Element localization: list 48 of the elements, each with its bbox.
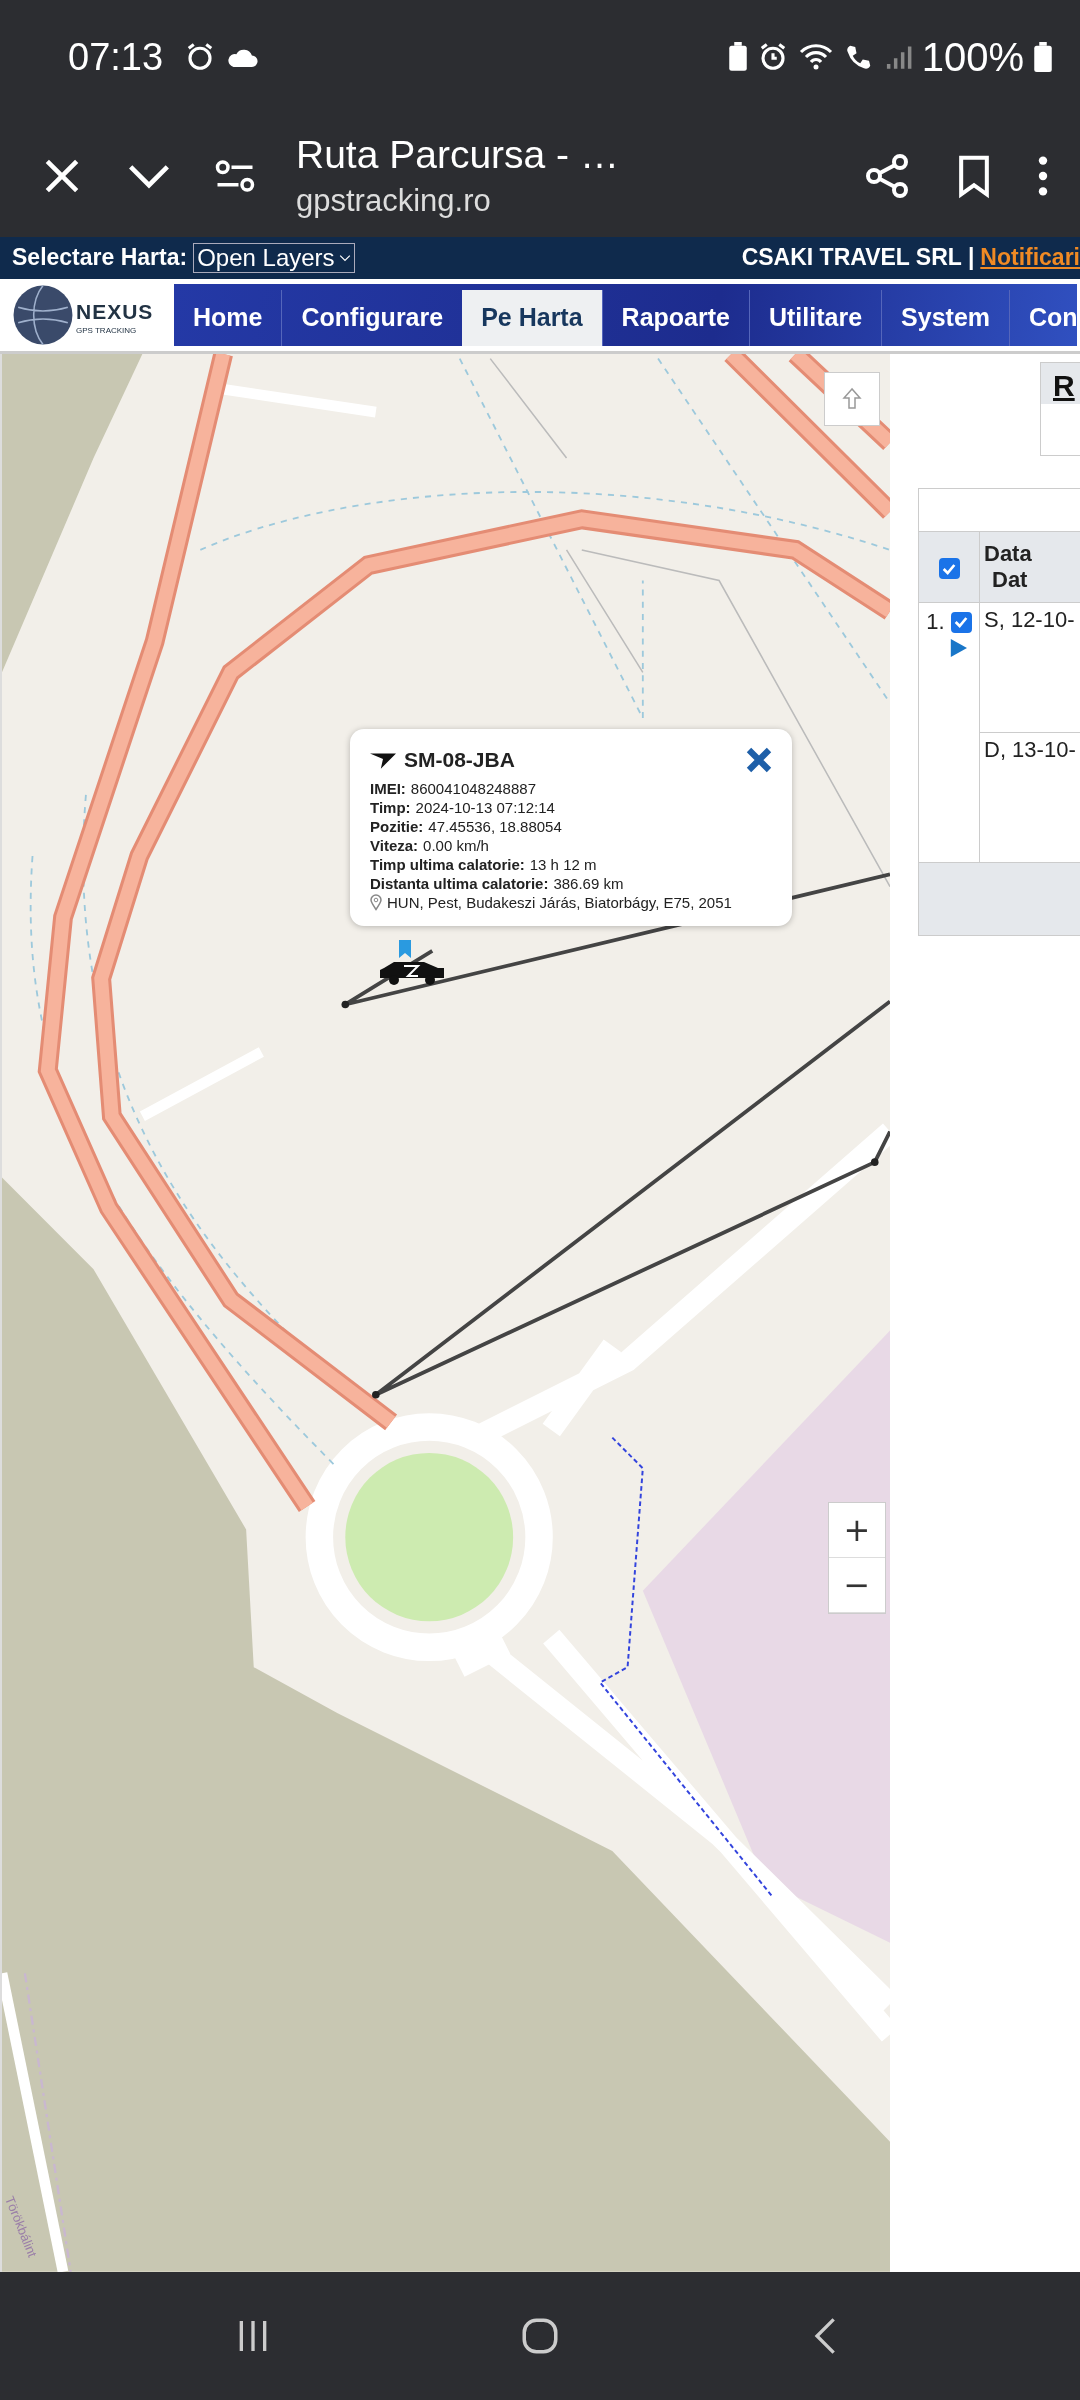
menu-tab[interactable]: System [881,290,1010,346]
menu-tab[interactable]: Utilitare [749,290,882,346]
field-value: 386.69 km [553,874,624,894]
check-icon [953,614,970,631]
column-header: Dat [991,567,1029,594]
select-all-checkbox[interactable] [938,558,960,580]
menu-tab[interactable]: Con [1009,290,1080,346]
vehicle-plate: SM-08-JBA [404,748,516,773]
up-arrow-icon [842,387,862,412]
field-label: Distanta ultima calatorie: [370,874,549,894]
field-label: Pozitie: [370,817,424,837]
field-label: Viteza: [370,836,419,856]
page-title: Ruta Parcursa - … [296,132,620,177]
panel-heading: R [1053,369,1075,403]
logo-tagline: GPS TRACKING [76,326,138,336]
battery-level: 100% [921,34,1024,80]
location-pin-icon [370,894,382,912]
field-value: 2024-10-13 07:12:14 [415,798,555,818]
field-value: 13 h 12 m [529,855,597,875]
address-text: HUN, Pest, Budakeszi Járás, Biatorbágy, E75, 2051 [387,893,732,913]
play-icon[interactable] [949,639,967,658]
menu-tab[interactable]: Pe Harta [462,290,602,346]
field-value: 47.45536, 18.88054 [428,817,562,837]
field-label: Timp ultima calatorie: [370,855,525,875]
status-time: 07:13 [68,35,164,79]
menu-tab[interactable]: Home [174,290,282,346]
field-label: Timp: [370,798,411,818]
company-name: CSAKI TRAVEL SRL [741,244,962,272]
map-select-label: Selectare Harta: [12,244,188,272]
field-value: 0.00 km/h [423,836,489,856]
menu-tab[interactable]: Rapoarte [601,290,749,346]
map-select[interactable]: Open Layers [193,242,355,273]
field-value: 860041048248887 [410,779,536,799]
logo-name: NEXUS [76,299,154,325]
direction-arrow-icon [370,751,396,770]
battery-saver-icon [727,42,748,73]
car-marker-icon [380,940,446,987]
row-checkbox[interactable] [950,611,972,633]
separator-text: | [967,244,975,272]
battery-icon [1034,42,1052,73]
row-number: 1. [926,609,945,636]
page-url: gpstracking.ro [296,182,492,219]
chevron-down-icon [338,253,351,262]
globe-icon [12,284,74,346]
column-header: Data [984,541,1033,568]
more-icon[interactable] [1036,153,1050,198]
notifications-link[interactable]: Notificari [980,244,1080,272]
field-label: IMEI: [370,779,406,799]
